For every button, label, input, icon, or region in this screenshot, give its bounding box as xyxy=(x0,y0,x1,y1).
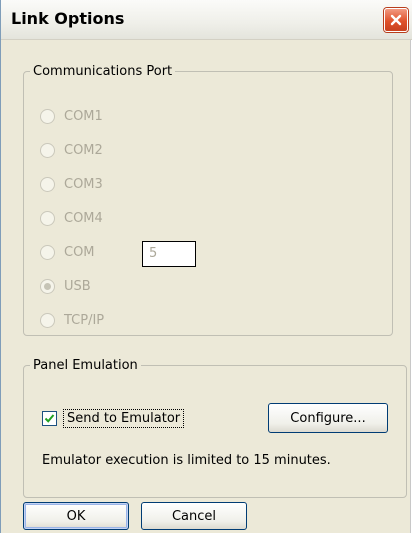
radio-com4-label: COM4 xyxy=(64,211,103,226)
close-button[interactable] xyxy=(384,8,408,32)
radio-tcpip-label: TCP/IP xyxy=(64,313,105,328)
checkmark-icon xyxy=(44,414,55,423)
communications-port-group: Communications Port COM1 COM2 COM3 COM4 … xyxy=(23,64,393,336)
radio-com1-label: COM1 xyxy=(64,109,103,124)
radio-selected-dot xyxy=(44,283,51,290)
send-to-emulator-checkbox[interactable]: Send to Emulator xyxy=(42,409,185,428)
checkbox-box xyxy=(42,411,57,426)
emulator-limit-message: Emulator execution is limited to 15 minu… xyxy=(42,453,331,468)
radio-com4[interactable]: COM4 xyxy=(40,211,103,226)
panel-emulation-group: Panel Emulation Send to Emulator Configu… xyxy=(23,358,407,498)
radio-com2[interactable]: COM2 xyxy=(40,143,103,158)
title-bar[interactable]: Link Options xyxy=(1,0,412,40)
radio-com-custom-label: COM xyxy=(64,245,95,260)
radio-com-custom[interactable]: COM 5 xyxy=(40,241,196,267)
radio-circle xyxy=(40,211,55,226)
dialog-title: Link Options xyxy=(11,9,125,28)
radio-usb-label: USB xyxy=(64,279,91,294)
radio-com2-label: COM2 xyxy=(64,143,103,158)
radio-circle xyxy=(40,313,55,328)
configure-button[interactable]: Configure... xyxy=(268,403,388,433)
link-options-dialog: Link Options Communications Port COM1 CO… xyxy=(0,0,412,533)
radio-circle-selected xyxy=(40,279,55,294)
radio-com3[interactable]: COM3 xyxy=(40,177,103,192)
send-to-emulator-label: Send to Emulator xyxy=(63,409,185,428)
radio-circle xyxy=(40,143,55,158)
radio-usb[interactable]: USB xyxy=(40,279,91,294)
com-number-input[interactable]: 5 xyxy=(142,241,196,267)
close-icon xyxy=(390,14,402,26)
radio-com3-label: COM3 xyxy=(64,177,103,192)
radio-circle xyxy=(40,177,55,192)
radio-com1[interactable]: COM1 xyxy=(40,109,103,124)
communications-port-legend: Communications Port xyxy=(33,64,173,79)
radio-tcpip[interactable]: TCP/IP xyxy=(40,313,104,328)
radio-circle xyxy=(40,109,55,124)
ok-button[interactable]: OK xyxy=(23,502,129,530)
cancel-button[interactable]: Cancel xyxy=(141,502,247,530)
panel-emulation-legend: Panel Emulation xyxy=(33,358,138,373)
radio-circle xyxy=(40,245,55,260)
